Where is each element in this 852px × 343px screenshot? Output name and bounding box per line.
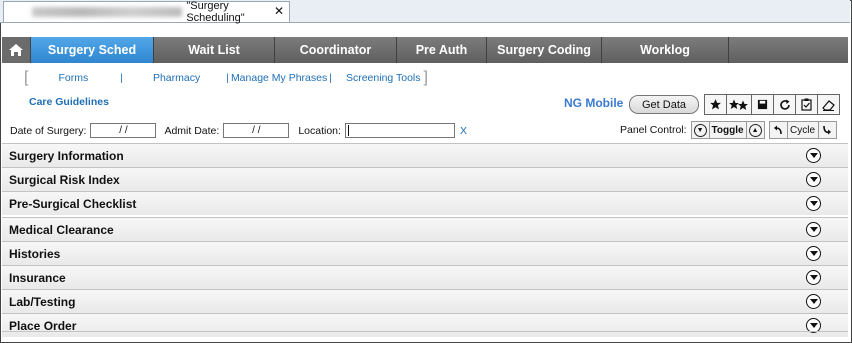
redo-button[interactable] bbox=[817, 121, 837, 139]
section-insurance[interactable]: Insurance bbox=[2, 265, 848, 289]
separator: | bbox=[226, 72, 229, 84]
date-of-surgery-label: Date of Surgery: bbox=[10, 124, 87, 137]
section-title: Histories bbox=[9, 246, 61, 261]
tab-worklog[interactable]: Worklog bbox=[602, 37, 729, 63]
bracket-right: ] bbox=[423, 69, 428, 86]
location-label: Location: bbox=[298, 124, 341, 137]
sections-panel: Surgery Information Surgical Risk Index … bbox=[2, 143, 848, 337]
section-surgery-information[interactable]: Surgery Information bbox=[2, 143, 848, 167]
redacted-timestamp bbox=[32, 7, 183, 17]
save-button[interactable] bbox=[751, 94, 774, 115]
close-tab-icon[interactable]: ✕ bbox=[274, 4, 284, 18]
document-tab-bar: "Surgery Scheduling" ✕ bbox=[0, 0, 850, 24]
section-title: Surgery Information bbox=[9, 148, 124, 163]
home-icon bbox=[9, 44, 23, 56]
clipboard-check-icon bbox=[801, 98, 812, 111]
home-button[interactable] bbox=[2, 37, 31, 63]
toggle-button[interactable]: Toggle bbox=[708, 121, 747, 139]
section-surgical-risk-index[interactable]: Surgical Risk Index bbox=[2, 167, 848, 191]
link-forms[interactable]: Forms bbox=[58, 72, 88, 84]
checklist-button[interactable] bbox=[795, 94, 818, 115]
separator: | bbox=[120, 72, 123, 84]
tab-surgery-coding[interactable]: Surgery Coding bbox=[487, 37, 602, 63]
tab-pre-auth[interactable]: Pre Auth bbox=[397, 37, 487, 63]
nav-fill bbox=[729, 37, 848, 63]
expand-chevron-icon[interactable] bbox=[806, 222, 821, 237]
refresh-button[interactable] bbox=[773, 94, 796, 115]
location-field[interactable] bbox=[344, 123, 455, 138]
double-star-icon bbox=[729, 99, 748, 110]
toolbar-icons bbox=[704, 94, 840, 115]
expand-chevron-icon[interactable] bbox=[806, 172, 821, 187]
get-data-button[interactable]: Get Data bbox=[629, 95, 699, 114]
tab-coordinator[interactable]: Coordinator bbox=[275, 37, 397, 63]
date-of-surgery-field[interactable]: / / bbox=[90, 123, 157, 138]
section-medical-clearance[interactable]: Medical Clearance bbox=[2, 217, 848, 241]
section-title: Medical Clearance bbox=[9, 222, 114, 237]
tab-wait-list[interactable]: Wait List bbox=[154, 37, 275, 63]
section-histories[interactable]: Histories bbox=[2, 241, 848, 265]
redo-icon bbox=[823, 125, 832, 135]
expand-chevron-icon[interactable] bbox=[806, 294, 821, 309]
text-cursor bbox=[347, 125, 349, 136]
star-icon bbox=[710, 99, 721, 110]
care-guidelines-link[interactable]: Care Guidelines bbox=[29, 96, 109, 108]
collapse-all-button[interactable]: ▲ bbox=[745, 121, 765, 139]
expand-chevron-icon[interactable] bbox=[806, 148, 821, 163]
document-tab[interactable]: "Surgery Scheduling" ✕ bbox=[3, 0, 290, 24]
save-icon bbox=[757, 99, 768, 110]
cycle-button[interactable]: Cycle bbox=[786, 121, 819, 139]
separator: | bbox=[329, 72, 332, 84]
expand-chevron-icon[interactable] bbox=[806, 270, 821, 285]
link-manage-my-phrases[interactable]: Manage My Phrases bbox=[231, 72, 327, 84]
ng-mobile-label: NG Mobile bbox=[564, 96, 624, 110]
sections-bottom-border bbox=[2, 331, 848, 332]
section-title: Pre-Surgical Checklist bbox=[9, 196, 137, 211]
admit-date-label: Admit Date: bbox=[164, 124, 220, 137]
tab-surgery-sched[interactable]: Surgery Sched bbox=[31, 37, 154, 63]
section-lab-testing[interactable]: Lab/Testing bbox=[2, 289, 848, 313]
main-nav: Surgery Sched Wait List Coordinator Pre … bbox=[2, 37, 848, 63]
bracket-left: [ bbox=[24, 69, 29, 86]
refresh-icon bbox=[779, 99, 790, 110]
filter-fields: Date of Surgery: / / Admit Date: / / Loc… bbox=[10, 123, 467, 138]
panel-control-label: Panel Control: bbox=[620, 124, 687, 136]
sub-links-bar: [ Forms | Pharmacy | Manage My Phrases |… bbox=[24, 68, 428, 88]
link-pharmacy[interactable]: Pharmacy bbox=[153, 72, 200, 84]
expand-all-button[interactable]: ▼ bbox=[690, 121, 710, 139]
undo-icon bbox=[774, 125, 782, 135]
chevron-up-icon: ▲ bbox=[748, 123, 762, 137]
expand-chevron-icon[interactable] bbox=[806, 196, 821, 211]
section-pre-surgical-checklist[interactable]: Pre-Surgical Checklist bbox=[2, 191, 848, 215]
location-clear-button[interactable]: X bbox=[460, 125, 467, 137]
favorites-list-button[interactable] bbox=[726, 94, 752, 115]
admit-date-field[interactable]: / / bbox=[223, 123, 290, 138]
eraser-icon bbox=[822, 99, 835, 111]
undo-button[interactable] bbox=[768, 121, 788, 139]
section-title: Lab/Testing bbox=[9, 294, 76, 309]
expand-chevron-icon[interactable] bbox=[806, 246, 821, 261]
section-title: Insurance bbox=[9, 270, 66, 285]
favorite-button[interactable] bbox=[704, 94, 727, 115]
link-screening-tools[interactable]: Screening Tools bbox=[346, 72, 421, 84]
chevron-down-icon: ▼ bbox=[693, 123, 707, 137]
clear-button[interactable] bbox=[817, 94, 840, 115]
section-title: Surgical Risk Index bbox=[9, 172, 120, 187]
section-place-order[interactable]: Place Order bbox=[2, 313, 848, 337]
panel-control: Panel Control: ▼ Toggle ▲ Cycle bbox=[620, 121, 837, 139]
